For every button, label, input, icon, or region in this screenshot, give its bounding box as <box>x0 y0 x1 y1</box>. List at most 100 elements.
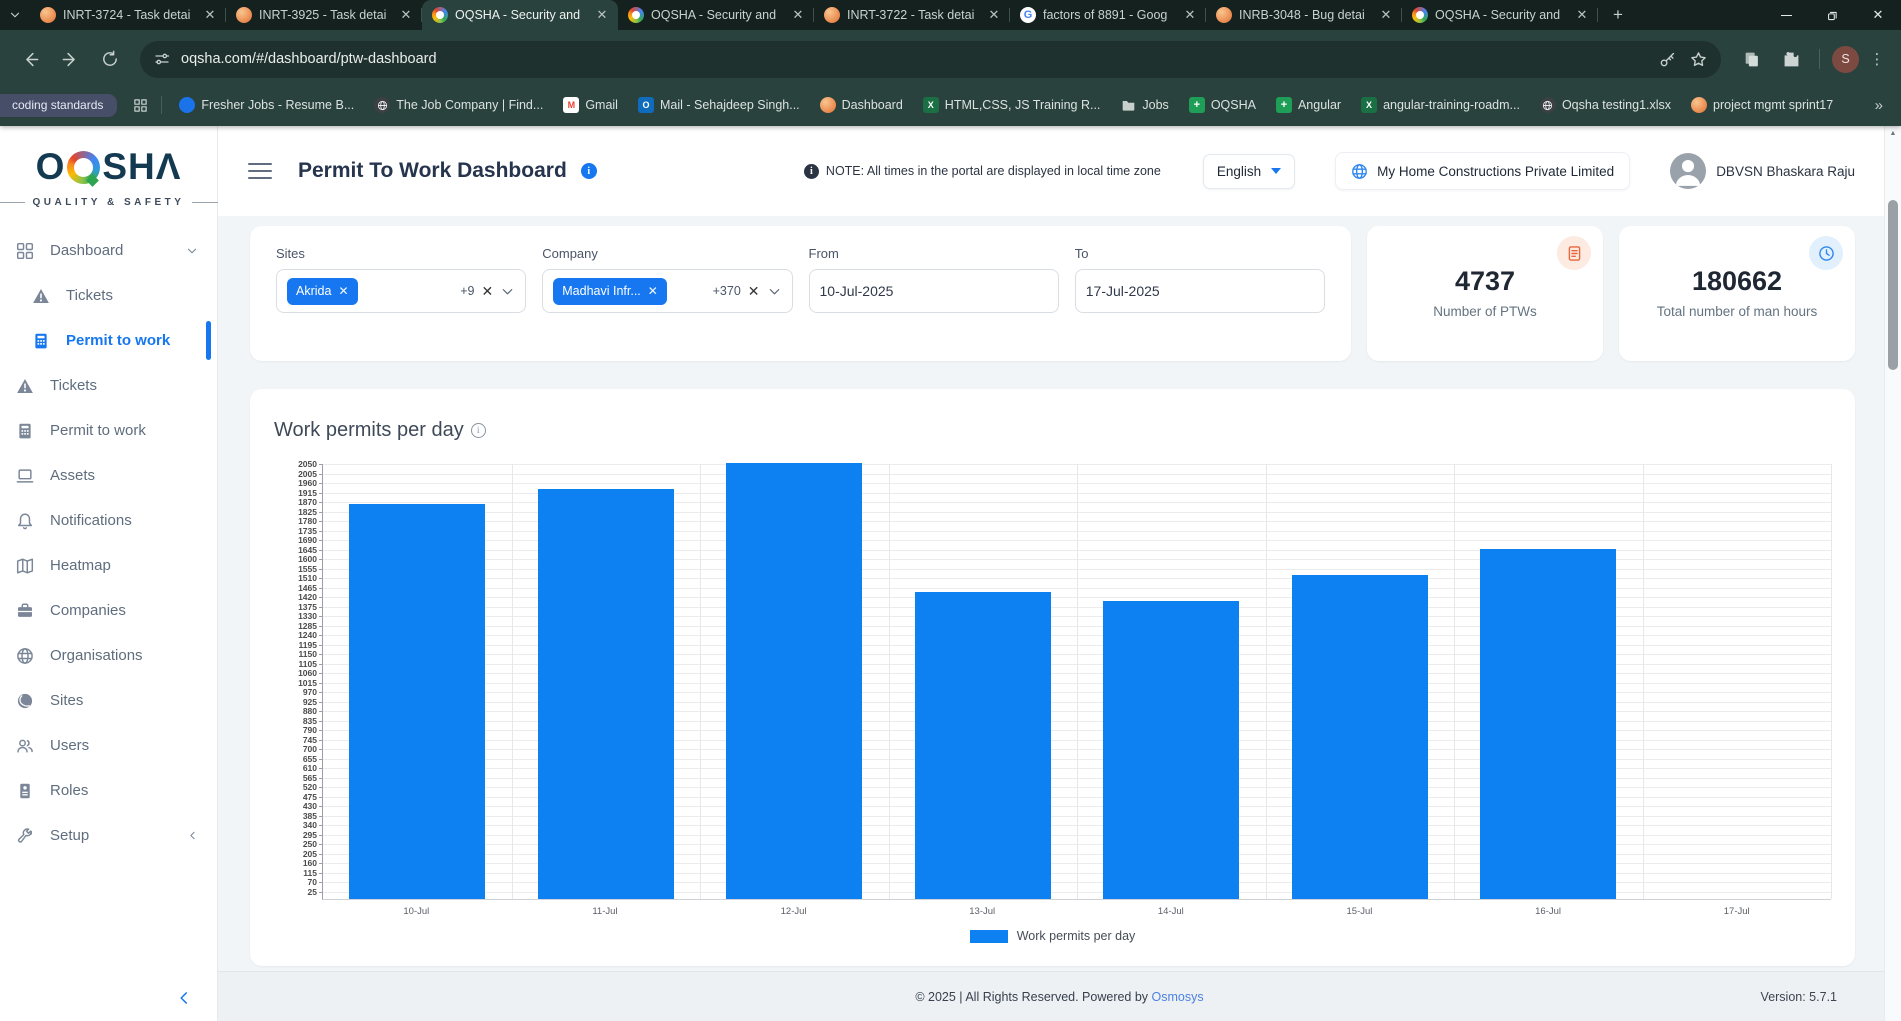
to-date-input[interactable]: 17-Jul-2025 <box>1075 269 1325 313</box>
sidebar-item-users[interactable]: Users <box>0 723 217 768</box>
restore-button[interactable] <box>1809 0 1855 30</box>
tab-close-icon[interactable]: ✕ <box>790 7 806 23</box>
back-icon[interactable] <box>14 43 46 75</box>
browser-tab[interactable]: INRT-3925 - Task detai ✕ <box>226 0 422 30</box>
sidebar-item-tickets[interactable]: Tickets <box>0 273 217 318</box>
bar-11-Jul[interactable] <box>538 489 674 899</box>
sites-multiselect[interactable]: Akrida ✕ +9 ✕ <box>276 269 526 313</box>
scrollbar-thumb[interactable] <box>1888 200 1898 370</box>
bookmark-item[interactable]: X angular-training-roadm... <box>1352 94 1529 116</box>
sidebar-item-companies[interactable]: Companies <box>0 588 217 633</box>
osmosys-link[interactable]: Osmosys <box>1152 990 1204 1004</box>
bookmark-item[interactable]: + OQSHA <box>1180 94 1265 116</box>
bookmark-star-icon[interactable] <box>1690 51 1707 68</box>
new-tab-button[interactable]: + <box>1604 1 1632 29</box>
sidebar-item-dashboard[interactable]: Dashboard <box>0 228 217 273</box>
minimize-button[interactable] <box>1763 0 1809 30</box>
sidebar-collapse-icon[interactable] <box>175 989 193 1007</box>
bookmark-item[interactable]: M Gmail <box>554 94 627 116</box>
page-scrollbar[interactable]: ▲ <box>1884 126 1901 1021</box>
sidebar-item-permit-to-work[interactable]: Permit to work <box>0 408 217 453</box>
apps-grid-icon[interactable] <box>127 92 153 118</box>
tab-search-icon[interactable] <box>0 0 30 30</box>
browser-tab-strip: INRT-3724 - Task detai ✕ INRT-3925 - Tas… <box>0 0 1901 30</box>
sidebar-item-assets[interactable]: Assets <box>0 453 217 498</box>
company-clear-icon[interactable]: ✕ <box>748 283 760 300</box>
reload-icon[interactable] <box>94 43 126 75</box>
chart-legend[interactable]: Work permits per day <box>274 929 1831 943</box>
close-window-button[interactable]: ✕ <box>1855 0 1901 30</box>
ptw-count-value: 4737 <box>1367 266 1603 297</box>
reading-list-icon[interactable] <box>1735 43 1767 75</box>
browser-tab[interactable]: INRT-3722 - Task detai ✕ <box>814 0 1010 30</box>
title-info-icon[interactable]: i <box>581 163 597 179</box>
bookmark-item[interactable]: + Angular <box>1267 94 1350 116</box>
company-selector[interactable]: My Home Constructions Private Limited <box>1335 152 1630 190</box>
bookmarks-overflow-icon[interactable]: » <box>1867 97 1891 114</box>
sheets-favicon: + <box>1276 97 1292 113</box>
bar-10-Jul[interactable] <box>349 504 485 899</box>
bar-15-Jul[interactable] <box>1292 575 1428 899</box>
gridline <box>1077 464 1078 899</box>
scrollbar-up-icon[interactable]: ▲ <box>1885 126 1901 140</box>
chart-info-icon[interactable]: i <box>471 423 486 438</box>
sites-clear-icon[interactable]: ✕ <box>482 283 494 300</box>
tab-close-icon[interactable]: ✕ <box>398 7 414 23</box>
bookmark-item[interactable]: project mgmt sprint17 <box>1682 94 1842 116</box>
from-date-input[interactable]: 10-Jul-2025 <box>809 269 1059 313</box>
hamburger-menu-icon[interactable] <box>248 163 272 179</box>
browser-profile-avatar[interactable]: S <box>1832 46 1859 73</box>
sidebar-item-roles[interactable]: Roles <box>0 768 217 813</box>
bookmark-item[interactable]: X HTML,CSS, JS Training R... <box>914 94 1110 116</box>
tab-close-icon[interactable]: ✕ <box>594 7 610 23</box>
sidebar-item-label: Tickets <box>66 287 113 304</box>
bookmark-item[interactable]: O Mail - Sehajdeep Singh... <box>629 94 809 116</box>
company-multiselect[interactable]: Madhavi Infr... ✕ +370 ✕ <box>542 269 792 313</box>
sidebar-item-sites[interactable]: Sites <box>0 678 217 723</box>
sidebar-item-permit-to-work[interactable]: Permit to work <box>0 318 217 363</box>
browser-tab[interactable]: OQSHA - Security and ✕ <box>618 0 814 30</box>
chip-remove-icon[interactable]: ✕ <box>648 284 658 298</box>
avatar[interactable] <box>1670 153 1706 189</box>
tab-close-icon[interactable]: ✕ <box>1378 7 1394 23</box>
bar-12-Jul[interactable] <box>726 463 862 899</box>
company-chip[interactable]: Madhavi Infr... ✕ <box>553 278 667 305</box>
browser-tab[interactable]: INRT-3724 - Task detai ✕ <box>30 0 226 30</box>
bookmark-item[interactable]: Jobs <box>1111 94 1177 116</box>
address-bar[interactable]: oqsha.com/#/dashboard/ptw-dashboard <box>140 41 1721 78</box>
user-menu[interactable]: DBVSN Bhaskara Raju <box>1670 153 1855 189</box>
tab-close-icon[interactable]: ✕ <box>1182 7 1198 23</box>
site-chip[interactable]: Akrida ✕ <box>287 278 358 305</box>
tab-close-icon[interactable]: ✕ <box>1574 7 1590 23</box>
sidebar-item-heatmap[interactable]: Heatmap <box>0 543 217 588</box>
bar-16-Jul[interactable] <box>1480 549 1616 899</box>
browser-tab[interactable]: OQSHA - Security and ✕ <box>422 0 618 30</box>
tab-close-icon[interactable]: ✕ <box>986 7 1002 23</box>
tab-close-icon[interactable]: ✕ <box>202 7 218 23</box>
sidebar-item-notifications[interactable]: Notifications <box>0 498 217 543</box>
bar-14-Jul[interactable] <box>1103 601 1239 899</box>
browser-tab[interactable]: G factors of 8891 - Goog ✕ <box>1010 0 1206 30</box>
url-text[interactable]: oqsha.com/#/dashboard/ptw-dashboard <box>181 51 1648 67</box>
bookmark-item[interactable]: Oqsha testing1.xlsx <box>1531 94 1680 116</box>
sidebar-item-tickets[interactable]: Tickets <box>0 363 217 408</box>
browser-tab[interactable]: INRB-3048 - Bug detai ✕ <box>1206 0 1402 30</box>
password-key-icon[interactable] <box>1659 51 1676 68</box>
bar-13-Jul[interactable] <box>915 592 1051 899</box>
browser-tab[interactable]: OQSHA - Security and ✕ <box>1402 0 1598 30</box>
extensions-puzzle-icon[interactable] <box>1775 43 1807 75</box>
sidebar-item-setup[interactable]: Setup <box>0 813 217 858</box>
bookmark-item[interactable]: The Job Company | Find... <box>365 94 552 116</box>
bookmark-item[interactable]: Fresher Jobs - Resume B... <box>170 94 363 116</box>
forward-icon[interactable] <box>54 43 86 75</box>
map-icon <box>16 557 34 575</box>
site-settings-icon[interactable] <box>154 51 170 67</box>
sidebar-item-organisations[interactable]: Organisations <box>0 633 217 678</box>
x-axis-label: 14-Jul <box>1077 906 1266 917</box>
bookmark-item[interactable]: Dashboard <box>811 94 912 116</box>
language-dropdown[interactable]: English <box>1203 154 1295 189</box>
browser-menu-icon[interactable]: ⋮ <box>1867 50 1887 68</box>
chip-remove-icon[interactable]: ✕ <box>338 284 348 298</box>
oqsha-logo: O SHΛ QUALITY & SAFETY <box>0 126 217 214</box>
tab-group-chip[interactable]: coding standards <box>0 94 117 117</box>
